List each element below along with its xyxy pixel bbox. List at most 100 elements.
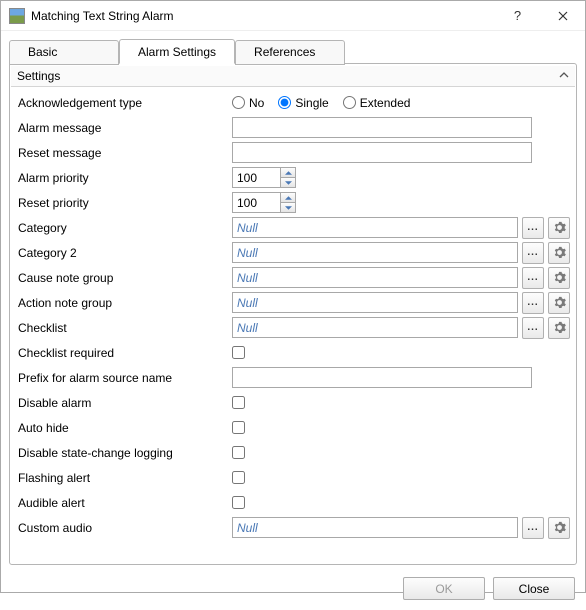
label-custom-audio: Custom audio (14, 521, 232, 535)
label-flashing-alert: Flashing alert (14, 471, 232, 485)
disable-alarm-checkbox[interactable] (232, 396, 245, 409)
section-header-settings[interactable]: Settings (11, 65, 575, 87)
label-cause-note-group: Cause note group (14, 271, 232, 285)
checklist-required-checkbox[interactable] (232, 346, 245, 359)
checklist-settings-button[interactable] (548, 317, 570, 339)
tab-alarm-settings[interactable]: Alarm Settings (119, 39, 235, 64)
label-category2: Category 2 (14, 246, 232, 260)
gear-icon (553, 271, 566, 284)
custom-audio-field[interactable]: Null (232, 517, 518, 538)
audible-alert-checkbox[interactable] (232, 496, 245, 509)
action-note-group-settings-button[interactable] (548, 292, 570, 314)
label-disable-alarm: Disable alarm (14, 396, 232, 410)
title-bar: Matching Text String Alarm ? (1, 1, 585, 31)
custom-audio-browse-button[interactable]: ... (522, 517, 544, 539)
close-button[interactable]: Close (493, 577, 575, 600)
alarm-message-input[interactable] (232, 117, 532, 138)
label-checklist-required: Checklist required (14, 346, 232, 360)
row-alarm-message: Alarm message (14, 115, 572, 140)
label-alarm-message: Alarm message (14, 121, 232, 135)
tab-alarm-settings-label: Alarm Settings (138, 45, 216, 59)
row-category2: Category 2 Null ... (14, 240, 572, 265)
gear-icon (553, 221, 566, 234)
row-disable-logging: Disable state-change logging (14, 440, 572, 465)
reset-priority-input[interactable] (232, 192, 280, 213)
row-prefix: Prefix for alarm source name (14, 365, 572, 390)
row-reset-message: Reset message (14, 140, 572, 165)
help-button[interactable]: ? (495, 1, 540, 31)
action-note-group-field[interactable]: Null (232, 292, 518, 313)
category-browse-button[interactable]: ... (522, 217, 544, 239)
alarm-priority-spin-up[interactable] (281, 168, 295, 178)
label-auto-hide: Auto hide (14, 421, 232, 435)
window-title: Matching Text String Alarm (31, 9, 495, 23)
auto-hide-checkbox[interactable] (232, 421, 245, 434)
custom-audio-settings-button[interactable] (548, 517, 570, 539)
row-auto-hide: Auto hide (14, 415, 572, 440)
row-disable-alarm: Disable alarm (14, 390, 572, 415)
checklist-field[interactable]: Null (232, 317, 518, 338)
category2-browse-button[interactable]: ... (522, 242, 544, 264)
label-disable-logging: Disable state-change logging (14, 446, 232, 460)
label-alarm-priority: Alarm priority (14, 171, 232, 185)
row-audible-alert: Audible alert (14, 490, 572, 515)
label-audible-alert: Audible alert (14, 496, 232, 510)
cause-note-group-settings-button[interactable] (548, 267, 570, 289)
row-category: Category Null ... (14, 215, 572, 240)
tab-references[interactable]: References (235, 40, 345, 65)
alarm-priority-spin-down[interactable] (281, 178, 295, 187)
radio-no[interactable]: No (232, 96, 264, 110)
section-title: Settings (17, 69, 60, 83)
category-field[interactable]: Null (232, 217, 518, 238)
triangle-down-icon (285, 206, 292, 210)
row-reset-priority: Reset priority (14, 190, 572, 215)
row-action-note-group: Action note group Null ... (14, 290, 572, 315)
label-reset-priority: Reset priority (14, 196, 232, 210)
reset-priority-spin-up[interactable] (281, 193, 295, 203)
tab-panel: Settings Acknowledgement type No Single … (9, 63, 577, 565)
label-ack-type: Acknowledgement type (14, 96, 232, 110)
reset-priority-spin-down[interactable] (281, 203, 295, 212)
cause-note-group-field[interactable]: Null (232, 267, 518, 288)
radio-single[interactable]: Single (278, 96, 328, 110)
category-settings-button[interactable] (548, 217, 570, 239)
row-custom-audio: Custom audio Null ... (14, 515, 572, 540)
checklist-browse-button[interactable]: ... (522, 317, 544, 339)
tab-basic[interactable]: Basic (9, 40, 119, 65)
ok-button[interactable]: OK (403, 577, 485, 600)
triangle-up-icon (285, 171, 292, 175)
row-cause-note-group: Cause note group Null ... (14, 265, 572, 290)
category2-field[interactable]: Null (232, 242, 518, 263)
disable-logging-checkbox[interactable] (232, 446, 245, 459)
radio-no-input[interactable] (232, 96, 245, 109)
alarm-priority-input[interactable] (232, 167, 280, 188)
row-checklist-required: Checklist required (14, 340, 572, 365)
category2-settings-button[interactable] (548, 242, 570, 264)
action-note-group-browse-button[interactable]: ... (522, 292, 544, 314)
row-flashing-alert: Flashing alert (14, 465, 572, 490)
radio-extended[interactable]: Extended (343, 96, 411, 110)
label-category: Category (14, 221, 232, 235)
label-action-note-group: Action note group (14, 296, 232, 310)
gear-icon (553, 521, 566, 534)
row-ack-type: Acknowledgement type No Single Extended (14, 90, 572, 115)
radio-extended-input[interactable] (343, 96, 356, 109)
chevron-up-icon (559, 69, 569, 83)
triangle-up-icon (285, 196, 292, 200)
gear-icon (553, 246, 566, 259)
row-checklist: Checklist Null ... (14, 315, 572, 340)
radio-single-input[interactable] (278, 96, 291, 109)
tab-basic-label: Basic (28, 45, 57, 59)
app-icon (9, 8, 25, 24)
triangle-down-icon (285, 181, 292, 185)
row-alarm-priority: Alarm priority (14, 165, 572, 190)
window-close-button[interactable] (540, 1, 585, 31)
dialog-footer: OK Close (1, 569, 585, 610)
close-icon (558, 11, 568, 21)
flashing-alert-checkbox[interactable] (232, 471, 245, 484)
reset-message-input[interactable] (232, 142, 532, 163)
settings-body: Acknowledgement type No Single Extended … (10, 88, 576, 562)
cause-note-group-browse-button[interactable]: ... (522, 267, 544, 289)
tab-strip: Basic Alarm Settings References (9, 39, 577, 64)
prefix-input[interactable] (232, 367, 532, 388)
